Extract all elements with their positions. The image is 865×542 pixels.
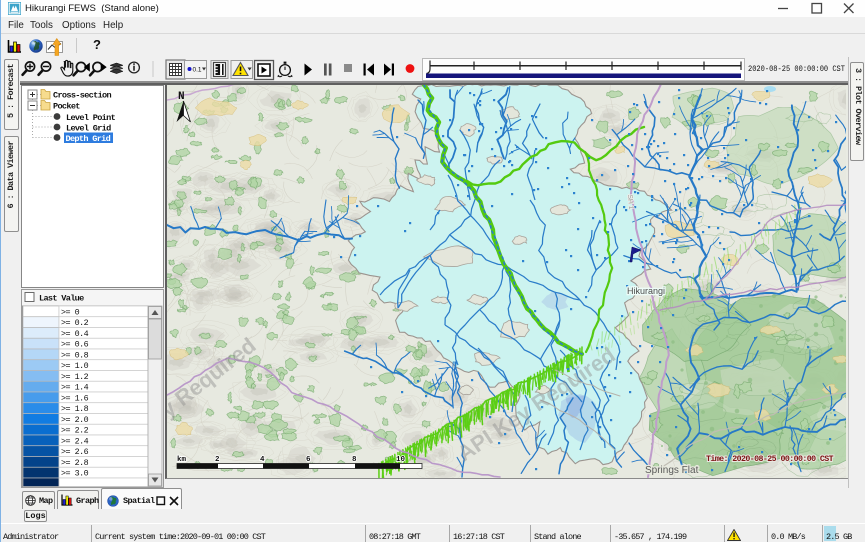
svg-text:>= 0.4: >= 0.4 (61, 329, 89, 339)
svg-text:>= 1.2: >= 1.2 (61, 372, 89, 382)
svg-text:Hikurangi: Hikurangi (627, 286, 665, 296)
svg-text:10: 10 (396, 456, 406, 464)
svg-text:Pocket: Pocket (53, 102, 80, 112)
svg-text:Level Point: Level Point (66, 113, 116, 123)
svg-text:>= 2.0: >= 2.0 (61, 415, 89, 425)
svg-text:>= 3.0: >= 3.0 (61, 469, 89, 479)
svg-text:Cross-section: Cross-section (53, 91, 111, 101)
svg-text:0.1: 0.1 (193, 67, 202, 74)
svg-text:8: 8 (352, 456, 357, 464)
svg-text:4: 4 (260, 456, 265, 464)
svg-text:>= 0.6: >= 0.6 (61, 340, 89, 350)
svg-text:>= 0.2: >= 0.2 (61, 318, 89, 328)
svg-text:>= 1.8: >= 1.8 (61, 404, 89, 414)
svg-text:Level Grid: Level Grid (66, 123, 111, 133)
svg-text:>= 1.6: >= 1.6 (61, 393, 89, 403)
svg-text:2: 2 (215, 456, 220, 464)
svg-text:6: 6 (306, 456, 311, 464)
svg-text:>= 1.0: >= 1.0 (61, 361, 89, 371)
svg-text:Depth Grid: Depth Grid (66, 134, 111, 144)
svg-text:2020-08-25 00:00:00 CST: 2020-08-25 00:00:00 CST (748, 64, 845, 74)
svg-text:>= 2.6: >= 2.6 (61, 447, 89, 457)
svg-text:>= 2.4: >= 2.4 (61, 436, 89, 446)
svg-text:>= 2.2: >= 2.2 (61, 426, 89, 436)
svg-text:>= 1.4: >= 1.4 (61, 383, 89, 393)
svg-text:SH 1: SH 1 (626, 194, 634, 210)
svg-text:>= 0: >= 0 (61, 307, 80, 317)
svg-text:Time: 2020-08-25 00:00:00 CST: Time: 2020-08-25 00:00:00 CST (706, 454, 834, 464)
svg-text:>= 0.8: >= 0.8 (61, 350, 89, 360)
svg-text:Springs Flat: Springs Flat (645, 465, 699, 476)
svg-text:km: km (177, 456, 187, 464)
svg-text:>= 2.8: >= 2.8 (61, 458, 89, 468)
svg-text:Last Value: Last Value (39, 294, 84, 304)
